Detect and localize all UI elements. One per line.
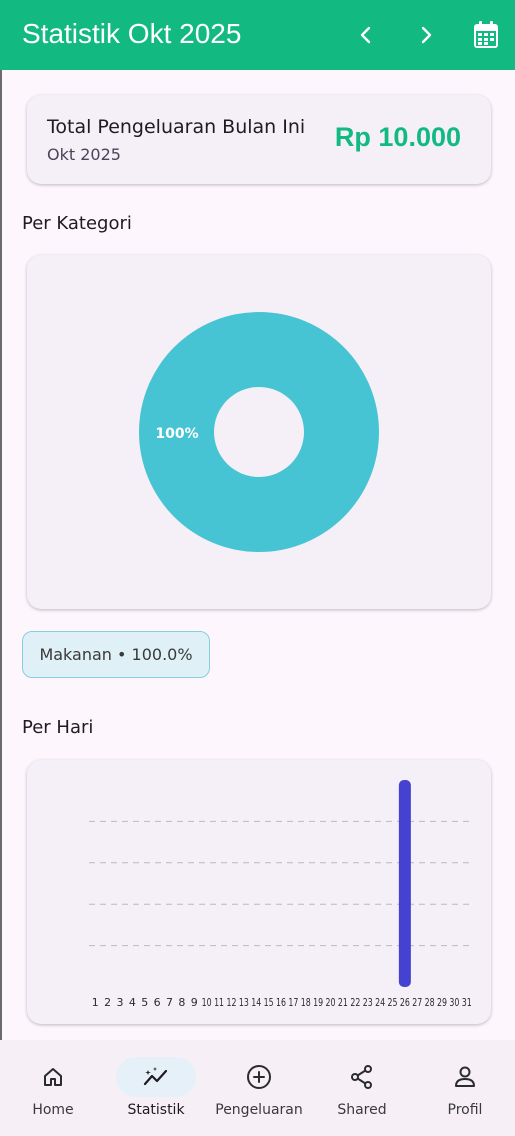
nav-label-shared: Shared [337,1102,387,1118]
nav-label-pengeluaran: Pengeluaran [215,1102,303,1118]
total-expense-amount: Rp 10.000 [334,122,461,152]
nav-label-profil: Profil [447,1102,483,1118]
x-tick-label: 10 [202,996,212,1009]
chevron-left-icon [360,26,371,44]
x-tick-label: 23 [363,996,373,1009]
person-icon [455,1066,475,1087]
x-tick-label: 20 [326,996,336,1009]
calendar-icon [474,21,498,48]
x-tick-label: 15 [264,996,274,1009]
next-month-button[interactable] [408,17,444,53]
x-tick-label: 29 [437,996,447,1009]
daily-bar-chart: 1 2 3 4 5 6 7 8 9 10 11 12 13 14 15 16 17 18 19 20 21 22 23 24 2… [89,780,473,1009]
x-tick-label: 26 [400,996,410,1009]
chevron-right-icon [421,26,432,44]
x-tick-label: 6 [154,996,161,1009]
x-tick-label: 13 [239,996,249,1009]
nav-item-statistik[interactable]: Statistik [116,1040,196,1136]
nav-item-pengeluaran[interactable]: Pengeluaran [214,1040,304,1136]
prev-month-button[interactable] [348,17,384,53]
app-bar: Statistik Okt 2025 [0,0,515,70]
add-circle-icon [247,1065,271,1089]
x-tick-label: 24 [375,996,385,1009]
section-title-per-hari: Per Hari [22,717,94,738]
nav-label-home: Home [32,1102,74,1118]
x-tick-label: 16 [276,996,286,1009]
x-tick-label: 18 [301,996,311,1009]
chart-line-icon [143,1067,168,1086]
home-icon [44,1068,62,1086]
category-chart-card: 100% [27,255,491,609]
x-tick-label: 9 [191,996,198,1009]
x-tick-label: 8 [178,996,185,1009]
calendar-button[interactable] [468,17,504,53]
total-expense-label: Total Pengeluaran Bulan Ini [47,116,306,138]
x-tick-label: 3 [116,996,123,1009]
nav-item-shared[interactable]: Shared [322,1040,402,1136]
section-title-per-kategori: Per Kategori [22,213,132,234]
bottom-navigation: Home Statistik Pengeluaran Shared Profil [0,1040,515,1136]
page-title: Statistik Okt 2025 [22,18,242,49]
nav-item-home[interactable]: Home [13,1040,93,1136]
total-expense-month: Okt 2025 [47,145,121,164]
x-tick-label: 5 [141,996,148,1009]
x-tick-label: 2 [104,996,111,1009]
total-expense-card: Total Pengeluaran Bulan Ini Okt 2025 Rp … [27,95,491,184]
x-tick-label: 22 [350,996,360,1009]
x-tick-label: 27 [412,996,422,1009]
daily-chart-card: 1 2 3 4 5 6 7 8 9 10 11 12 13 14 15 16 17 18 19 20 21 22 23 24 2… [27,760,491,1024]
x-tick-label: 30 [449,996,459,1009]
x-tick-label: 4 [129,996,136,1009]
nav-label-statistik: Statistik [127,1102,185,1118]
x-tick-label: 19 [313,996,323,1009]
donut-slice-label: 100% [155,426,198,442]
nav-item-profil[interactable]: Profil [425,1040,505,1136]
category-donut-chart: 100% [139,312,379,552]
x-tick-label: 25 [387,996,397,1009]
left-edge-divider [0,70,2,1040]
x-tick-label: 21 [338,996,348,1009]
x-tick-label: 11 [214,996,224,1009]
x-tick-label: 14 [251,996,261,1009]
x-tick-label: 28 [425,996,435,1009]
bar-day-26[interactable] [398,780,411,987]
share-icon [351,1065,372,1089]
x-tick-label: 31 [462,996,472,1009]
x-tick-label: 12 [226,996,236,1009]
x-tick-label: 1 [92,996,99,1009]
x-tick-label: 7 [166,996,173,1009]
x-tick-label: 17 [288,996,298,1009]
legend-chip-makanan[interactable]: Makanan • 100.0% [22,631,210,678]
